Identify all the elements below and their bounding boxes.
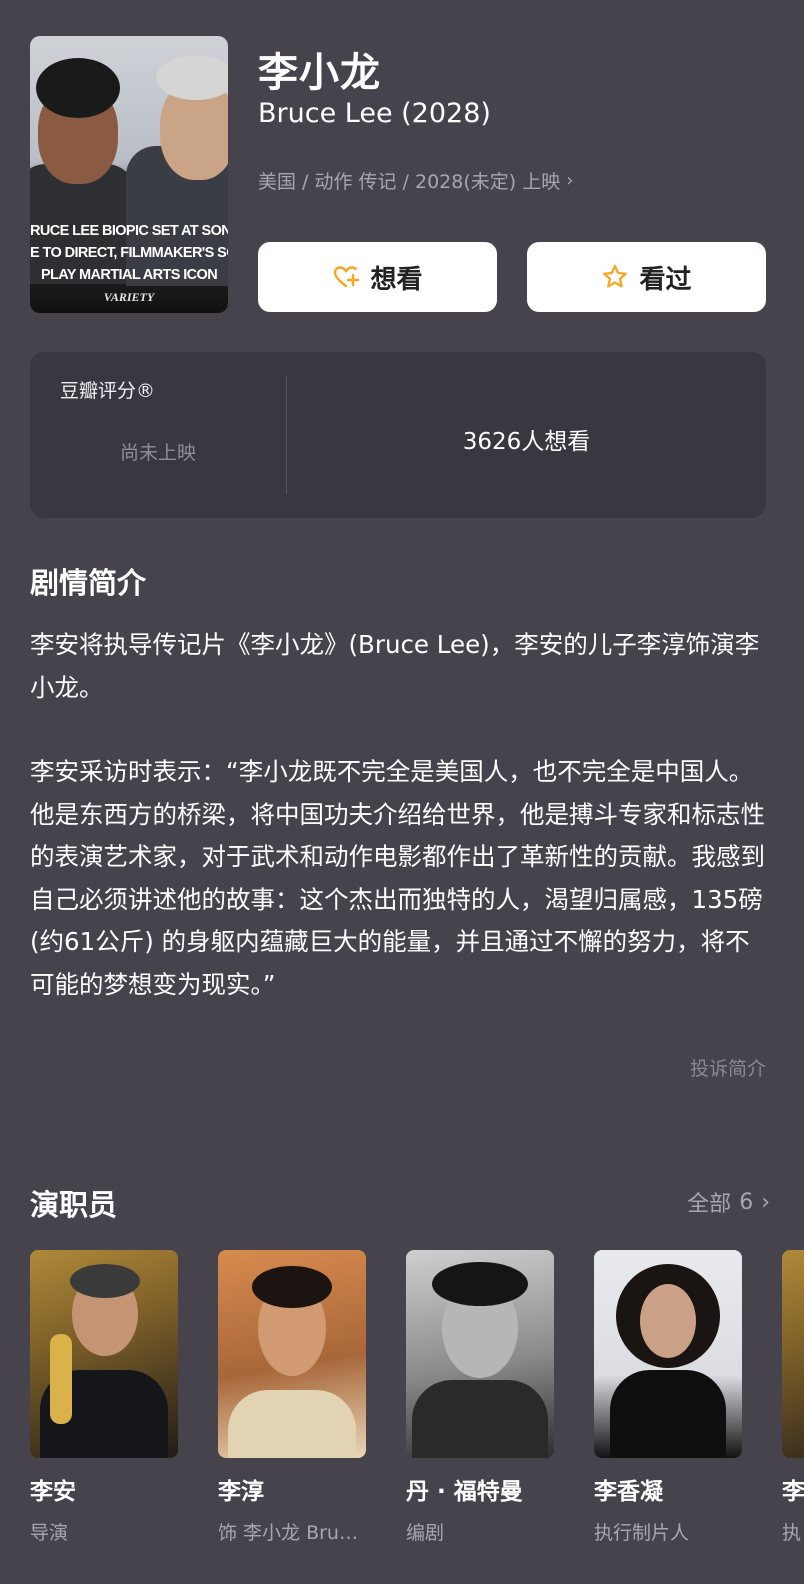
rating-label: 豆瓣评分®	[60, 380, 156, 402]
cast-card[interactable]: 李安 导演	[30, 1250, 180, 1545]
movie-detail-page: RUCE LEE BIOPIC SET AT SONY: AN E TO DIR…	[0, 0, 804, 1584]
heart-plus-icon	[334, 266, 360, 288]
cast-photo	[30, 1250, 178, 1458]
cast-name: 李	[782, 1479, 804, 1505]
cast-count: 6	[739, 1189, 754, 1215]
cast-role: 导演	[30, 1522, 69, 1544]
cast-name: 李安	[30, 1479, 76, 1505]
poster-caption: RUCE LEE BIOPIC SET AT SONY: AN E TO DIR…	[30, 223, 228, 283]
cast-all-link[interactable]: 全部 6 ›	[687, 1186, 770, 1218]
cast-card[interactable]: 李淳 饰 李小龙 Bruce Lee	[218, 1250, 368, 1545]
cast-photo	[406, 1250, 554, 1458]
synopsis-title: 剧情简介	[30, 566, 147, 600]
want-to-watch-button[interactable]: 想看	[258, 242, 497, 312]
cast-role: 编剧	[406, 1522, 445, 1544]
movie-title-cn: 李小龙	[258, 50, 381, 96]
want-label: 想看	[370, 264, 423, 295]
cast-all-label: 全部	[687, 1192, 732, 1217]
cast-photo	[594, 1250, 742, 1458]
watched-button[interactable]: 看过	[527, 242, 766, 312]
movie-meta-text: 美国 / 动作 传记 / 2028(未定) 上映	[258, 171, 561, 193]
cast-name: 李淳	[218, 1479, 264, 1505]
chevron-right-icon: ›	[566, 170, 574, 191]
synopsis-paragraph: 李安采访时表示：“李小龙既不完全是美国人，也不完全是中国人。他是东西方的桥梁，将…	[30, 757, 765, 999]
cast-card[interactable]: 李 执	[782, 1250, 804, 1545]
movie-title-en: Bruce Lee (2028)	[258, 98, 491, 129]
cast-card[interactable]: 李香凝 执行制片人	[594, 1250, 744, 1545]
cast-role: 执	[782, 1522, 802, 1544]
movie-poster[interactable]: RUCE LEE BIOPIC SET AT SONY: AN E TO DIR…	[30, 36, 228, 313]
cast-name: 李香凝	[594, 1479, 663, 1505]
movie-meta-link[interactable]: 美国 / 动作 传记 / 2028(未定) 上映 ›	[258, 167, 573, 194]
cast-role: 饰 李小龙 Bruce Lee	[218, 1522, 366, 1544]
cast-list[interactable]: 李安 导演 李淳 饰 李小龙 Bruce Lee 丹 · 福特曼 编剧	[30, 1250, 804, 1584]
cast-section-title: 演职员	[30, 1188, 118, 1222]
report-synopsis-link[interactable]: 投诉简介	[690, 1054, 766, 1081]
cast-role: 执行制片人	[594, 1522, 690, 1544]
rating-status: 尚未上映	[119, 442, 196, 464]
rating-card: 豆瓣评分® 尚未上映 3626人想看	[30, 352, 766, 518]
cast-photo	[782, 1250, 804, 1458]
cast-name: 丹 · 福特曼	[406, 1479, 523, 1505]
cast-card[interactable]: 丹 · 福特曼 编剧	[406, 1250, 556, 1545]
star-icon	[603, 264, 628, 288]
poster-brand-logo: VARIETY	[103, 290, 155, 304]
chevron-right-icon: ›	[761, 1189, 770, 1215]
cast-photo	[218, 1250, 366, 1458]
wish-count: 3626人想看	[462, 429, 591, 455]
synopsis-text: 李安将执导传记片《李小龙》(Bruce Lee)，李安的儿子李淳饰演李小龙。 李…	[30, 624, 770, 1006]
seen-label: 看过	[639, 264, 692, 295]
synopsis-paragraph: 李安将执导传记片《李小龙》(Bruce Lee)，李安的儿子李淳饰演李小龙。	[30, 630, 760, 702]
